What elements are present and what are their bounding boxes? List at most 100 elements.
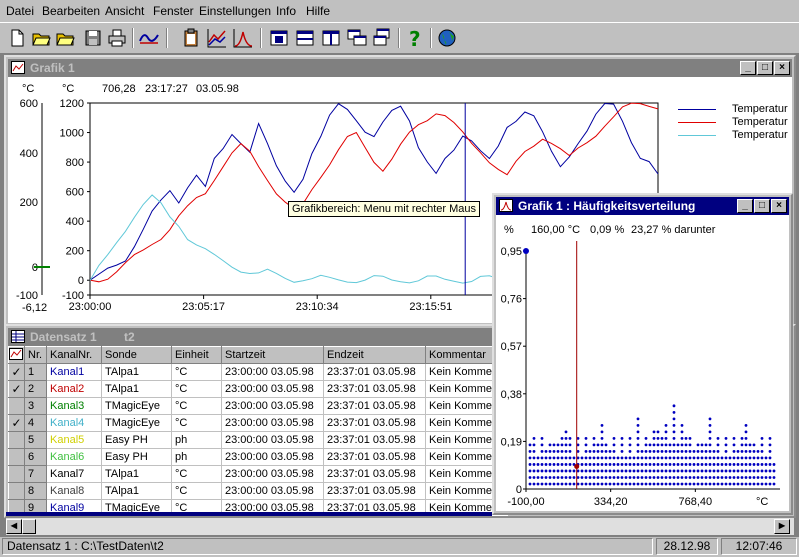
help-icon[interactable]: ?: [404, 27, 426, 49]
table-row[interactable]: 8 Kanal8 TAlpa1 °C 23:00:00 03.05.98 23:37:01…: [8, 482, 508, 500]
histogram-dot: [744, 469, 748, 473]
row-checkbox[interactable]: [8, 465, 25, 483]
col-header-startzeit[interactable]: Startzeit: [221, 346, 324, 364]
new-file-icon[interactable]: [6, 27, 28, 49]
row-checkbox[interactable]: ✓: [8, 414, 25, 432]
menu-einstellungen[interactable]: Einstellungen: [199, 4, 271, 18]
histogram-close-button[interactable]: ×: [771, 199, 787, 213]
histogram-dot: [552, 450, 556, 453]
histogram-dot: [580, 476, 584, 479]
histogram-dot: [568, 482, 572, 486]
open-folder-icon[interactable]: [30, 27, 52, 49]
histogram-dot: [528, 482, 532, 486]
globe-icon[interactable]: [436, 27, 458, 49]
table-row[interactable]: 7 Kanal7 TAlpa1 °C 23:00:00 03.05.98 23:37:01…: [8, 465, 508, 483]
histogram-dot: [536, 463, 540, 466]
window-save-icon[interactable]: [268, 27, 290, 49]
histogram-dot: [708, 456, 712, 460]
table-row[interactable]: 5 Kanal5 Easy PH ph 23:00:00 03.05.98 23:37:0…: [8, 431, 508, 449]
col-header-kanalnr[interactable]: KanalNr.: [46, 346, 102, 364]
histogram-dot: [664, 469, 668, 473]
legend-entry: Temperatur: [678, 103, 788, 116]
histogram-dot: [664, 423, 668, 427]
multi-line-chart-icon[interactable]: [206, 27, 228, 49]
row-checkbox[interactable]: [8, 448, 25, 466]
split-vertical-icon[interactable]: [320, 27, 342, 49]
table-row[interactable]: ✓ 4 Kanal4 TMagicEye °C 23:00:00 03.05.98 23:3…: [8, 414, 508, 432]
horizontal-scrollbar[interactable]: ◀ ▶: [6, 518, 794, 535]
menu-hilfe[interactable]: Hilfe: [306, 4, 330, 18]
close-button[interactable]: ×: [774, 61, 790, 75]
scroll-left-button[interactable]: ◀: [6, 519, 22, 534]
histogram-dot: [640, 456, 644, 460]
col-header-nr[interactable]: Nr.: [24, 346, 47, 364]
menu-datei[interactable]: Datei: [6, 4, 34, 18]
maximize-button[interactable]: □: [757, 61, 773, 75]
col-header-einheit[interactable]: Einheit: [171, 346, 222, 364]
col-header-sonde[interactable]: Sonde: [101, 346, 172, 364]
histogram-dot: [752, 456, 756, 460]
split-horizontal-icon[interactable]: [294, 27, 316, 49]
table-row[interactable]: 6 Kanal6 Easy PH ph 23:00:00 03.05.98 23:37:0…: [8, 448, 508, 466]
histogram-window-titlebar[interactable]: Grafik 1 : Häufigkeitsverteilung _ □ ×: [496, 197, 789, 215]
dataset-grid[interactable]: Nr. KanalNr. Sonde Einheit Startzeit End…: [8, 346, 508, 516]
col-header-endzeit[interactable]: Endzeit: [323, 346, 426, 364]
row-checkbox[interactable]: [8, 397, 25, 415]
histogram-dot: [552, 476, 556, 479]
histogram-dot: [708, 469, 712, 473]
row-sonde: TMagicEye: [101, 397, 172, 415]
print-icon[interactable]: [106, 27, 128, 49]
open-folder-2-icon[interactable]: [54, 27, 76, 49]
histogram-dot: [720, 463, 724, 466]
clipboard-icon[interactable]: [180, 27, 202, 49]
histogram-dot: [668, 476, 672, 479]
histogram-dot: [772, 482, 776, 486]
line-chart-icon[interactable]: [138, 27, 160, 49]
table-row[interactable]: ✓ 2 Kanal2 TAlpa1 °C 23:00:00 03.05.98 23:37:0…: [8, 380, 508, 398]
cascade-icon[interactable]: [346, 27, 368, 49]
histogram-dot: [720, 456, 724, 460]
save-disk-icon[interactable]: [82, 27, 104, 49]
histogram-points: [528, 404, 776, 486]
chart-toggle-header[interactable]: [8, 346, 25, 364]
histogram-dot: [696, 456, 700, 460]
graph-window-titlebar[interactable]: Grafik 1 _ □ ×: [8, 59, 792, 77]
table-row[interactable]: ✓ 1 Kanal1 TAlpa1 °C 23:00:00 03.05.98 23:37:0…: [8, 363, 508, 381]
histogram-dot: [728, 482, 732, 486]
histogram-maximize-button[interactable]: □: [754, 199, 770, 213]
row-checkbox[interactable]: ✓: [8, 363, 25, 381]
menu-info[interactable]: Info: [276, 4, 296, 18]
scroll-right-button[interactable]: ▶: [774, 519, 790, 534]
histogram-dot: [644, 469, 648, 473]
histogram-dot: [752, 482, 756, 486]
histogram-area[interactable]: % 160,00 °C 0,09 % 23,27 % darunter 0,95…: [496, 215, 789, 511]
menu-bearbeiten[interactable]: Bearbeiten: [42, 4, 100, 18]
histogram-dot: [744, 463, 748, 466]
histogram-dot: [584, 443, 588, 447]
histogram-dot: [560, 482, 564, 486]
menu-ansicht[interactable]: Ansicht: [105, 4, 144, 18]
marker-value-label: -6,12: [22, 302, 47, 314]
histogram-dot: [536, 482, 540, 486]
row-checkbox[interactable]: [8, 431, 25, 449]
minimize-button[interactable]: _: [740, 61, 756, 75]
histogram-dot: [628, 463, 632, 466]
histogram-chart[interactable]: 0,95 0,76 0,57 0,38 0,19 0-100,00 334,20 768,40…: [496, 215, 793, 515]
row-checkbox[interactable]: [8, 482, 25, 500]
histogram-dot: [688, 482, 692, 486]
histogram-dot: [668, 463, 672, 466]
histogram-dot: [648, 476, 652, 479]
histogram-dot: [612, 443, 616, 447]
menu-fenster[interactable]: Fenster: [153, 4, 194, 18]
bell-curve-icon[interactable]: [232, 27, 254, 49]
row-kanal: Kanal4: [46, 414, 102, 432]
histogram-minimize-button[interactable]: _: [737, 199, 753, 213]
histogram-dot: [688, 469, 692, 473]
table-row[interactable]: 3 Kanal3 TMagicEye °C 23:00:00 03.05.98 23:37…: [8, 397, 508, 415]
menu-bar: Datei Bearbeiten Ansicht Fenster Einstel…: [0, 0, 799, 22]
histogram-dot: [644, 456, 648, 460]
tile-icon[interactable]: [372, 27, 394, 49]
scroll-thumb[interactable]: [22, 519, 36, 534]
row-checkbox[interactable]: ✓: [8, 380, 25, 398]
histogram-window[interactable]: Grafik 1 : Häufigkeitsverteilung _ □ × %…: [492, 193, 793, 515]
